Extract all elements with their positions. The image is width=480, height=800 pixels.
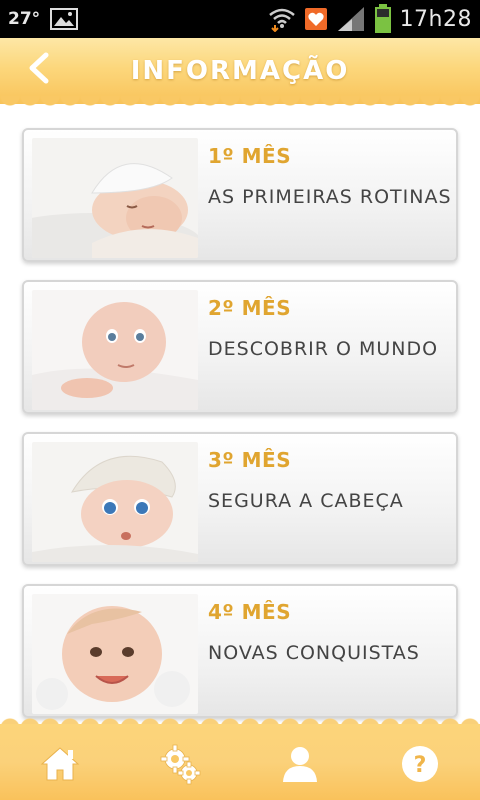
baby-photo-1	[32, 138, 198, 258]
header-bar: INFORMAÇÃO	[0, 38, 480, 104]
item-subtitle: AS PRIMEIRAS ROTINAS	[208, 186, 452, 208]
list-item-month-4[interactable]: 4º MÊS NOVAS CONQUISTAS	[22, 584, 458, 718]
baby-photo-2	[32, 290, 198, 410]
battery-icon	[374, 4, 392, 34]
nav-help-button[interactable]: ?	[398, 742, 442, 786]
app-notification-icon	[304, 7, 328, 31]
temperature: 27°	[8, 9, 41, 29]
signal-icon	[336, 6, 366, 32]
nav-settings-button[interactable]	[158, 742, 202, 786]
clock: 17h28	[399, 6, 472, 32]
status-bar: 27° 17h28	[0, 0, 480, 38]
profile-icon	[280, 744, 320, 784]
list-item-month-1[interactable]: 1º MÊS AS PRIMEIRAS ROTINAS	[22, 128, 458, 262]
nav-profile-button[interactable]	[278, 742, 322, 786]
wifi-icon	[268, 6, 296, 32]
page-title: INFORMAÇÃO	[130, 56, 350, 86]
nav-home-button[interactable]	[38, 742, 82, 786]
item-subtitle: NOVAS CONQUISTAS	[208, 642, 420, 664]
baby-photo-4	[32, 594, 198, 714]
home-icon	[40, 744, 80, 784]
chevron-left-icon	[26, 52, 50, 84]
item-month-label: 1º MÊS	[208, 144, 292, 168]
help-icon: ?	[400, 744, 440, 784]
back-button[interactable]	[20, 50, 56, 86]
item-month-label: 2º MÊS	[208, 296, 292, 320]
item-subtitle: DESCOBRIR O MUNDO	[208, 338, 439, 360]
list-item-month-2[interactable]: 2º MÊS DESCOBRIR O MUNDO	[22, 280, 458, 414]
item-month-label: 3º MÊS	[208, 448, 292, 472]
item-subtitle: SEGURA A CABEÇA	[208, 490, 404, 512]
baby-photo-3	[32, 442, 198, 562]
list-item-month-3[interactable]: 3º MÊS SEGURA A CABEÇA	[22, 432, 458, 566]
gallery-icon	[50, 7, 79, 31]
svg-text:?: ?	[414, 753, 427, 778]
item-month-label: 4º MÊS	[208, 600, 292, 624]
header-scallop-edge	[0, 96, 480, 114]
settings-icon	[159, 743, 201, 785]
